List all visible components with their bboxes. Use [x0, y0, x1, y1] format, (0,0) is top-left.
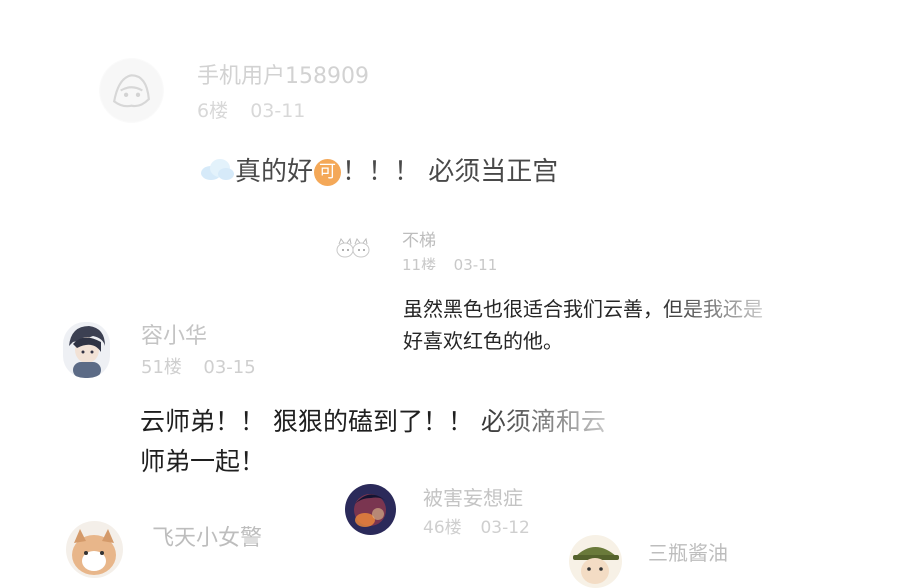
- comment-text: 真的好可！！！ 必须当正宫: [199, 151, 558, 188]
- cartoon-cats-avatar-icon: [336, 237, 370, 258]
- floor-label: 46楼: [423, 518, 462, 538]
- floor-label: 11楼: [402, 256, 437, 270]
- avatar[interactable]: [345, 484, 396, 535]
- username[interactable]: 容小华: [141, 318, 207, 350]
- comment-meta: 51楼 03-15: [141, 353, 256, 379]
- clip-mask: [0, 270, 900, 274]
- date-label: 03-11: [453, 256, 498, 270]
- floor-label: 51楼: [141, 357, 182, 378]
- comment-line: 云师弟！！ 狠狠的磕到了！！ 必须滴和云: [140, 407, 606, 436]
- anime-character-avatar-icon: [63, 322, 110, 378]
- avatar[interactable]: [66, 521, 123, 578]
- username[interactable]: 手机用户158909: [197, 58, 369, 90]
- comment-text-part: ！！！ 必须当正宫: [342, 157, 559, 187]
- comment-meta: 6楼 03-11: [197, 96, 305, 123]
- username[interactable]: 飞天小女警: [152, 520, 262, 552]
- dog-avatar-icon: [66, 521, 123, 578]
- comment-meta: 11楼 03-11: [402, 254, 497, 270]
- comment-text-part: 真的好: [235, 157, 314, 187]
- floor-label: 6楼: [197, 100, 229, 122]
- avatar[interactable]: [331, 233, 377, 263]
- username[interactable]: 被害妄想症: [423, 482, 523, 511]
- date-label: 03-12: [480, 518, 530, 538]
- comment-text: 云师弟！！ 狠狠的磕到了！！ 必须滴和云 师弟一起！: [140, 402, 606, 482]
- date-label: 03-11: [250, 100, 306, 122]
- avatar[interactable]: [63, 322, 110, 378]
- username[interactable]: 不梯: [402, 226, 436, 251]
- comment-line: 好喜欢红色的他。: [403, 329, 563, 353]
- dark-portrait-avatar-icon: [345, 484, 396, 535]
- cloud-emoji-icon: [201, 159, 234, 180]
- line-art-avatar-icon: [100, 59, 163, 122]
- comment-meta: 46楼 03-12: [423, 513, 530, 538]
- comment-line: 虽然黑色也很适合我们云善，但是我还是: [403, 297, 763, 321]
- date-label: 03-15: [203, 357, 256, 378]
- ke-emoji-badge: 可: [314, 159, 342, 186]
- comment-header-clipped: 不梯 11楼 03-11: [396, 226, 536, 270]
- avatar[interactable]: [99, 58, 164, 123]
- comment-text: 虽然黑色也很适合我们云善，但是我还是 好喜欢红色的他。: [403, 293, 763, 357]
- comment-line: 师弟一起！: [140, 447, 266, 476]
